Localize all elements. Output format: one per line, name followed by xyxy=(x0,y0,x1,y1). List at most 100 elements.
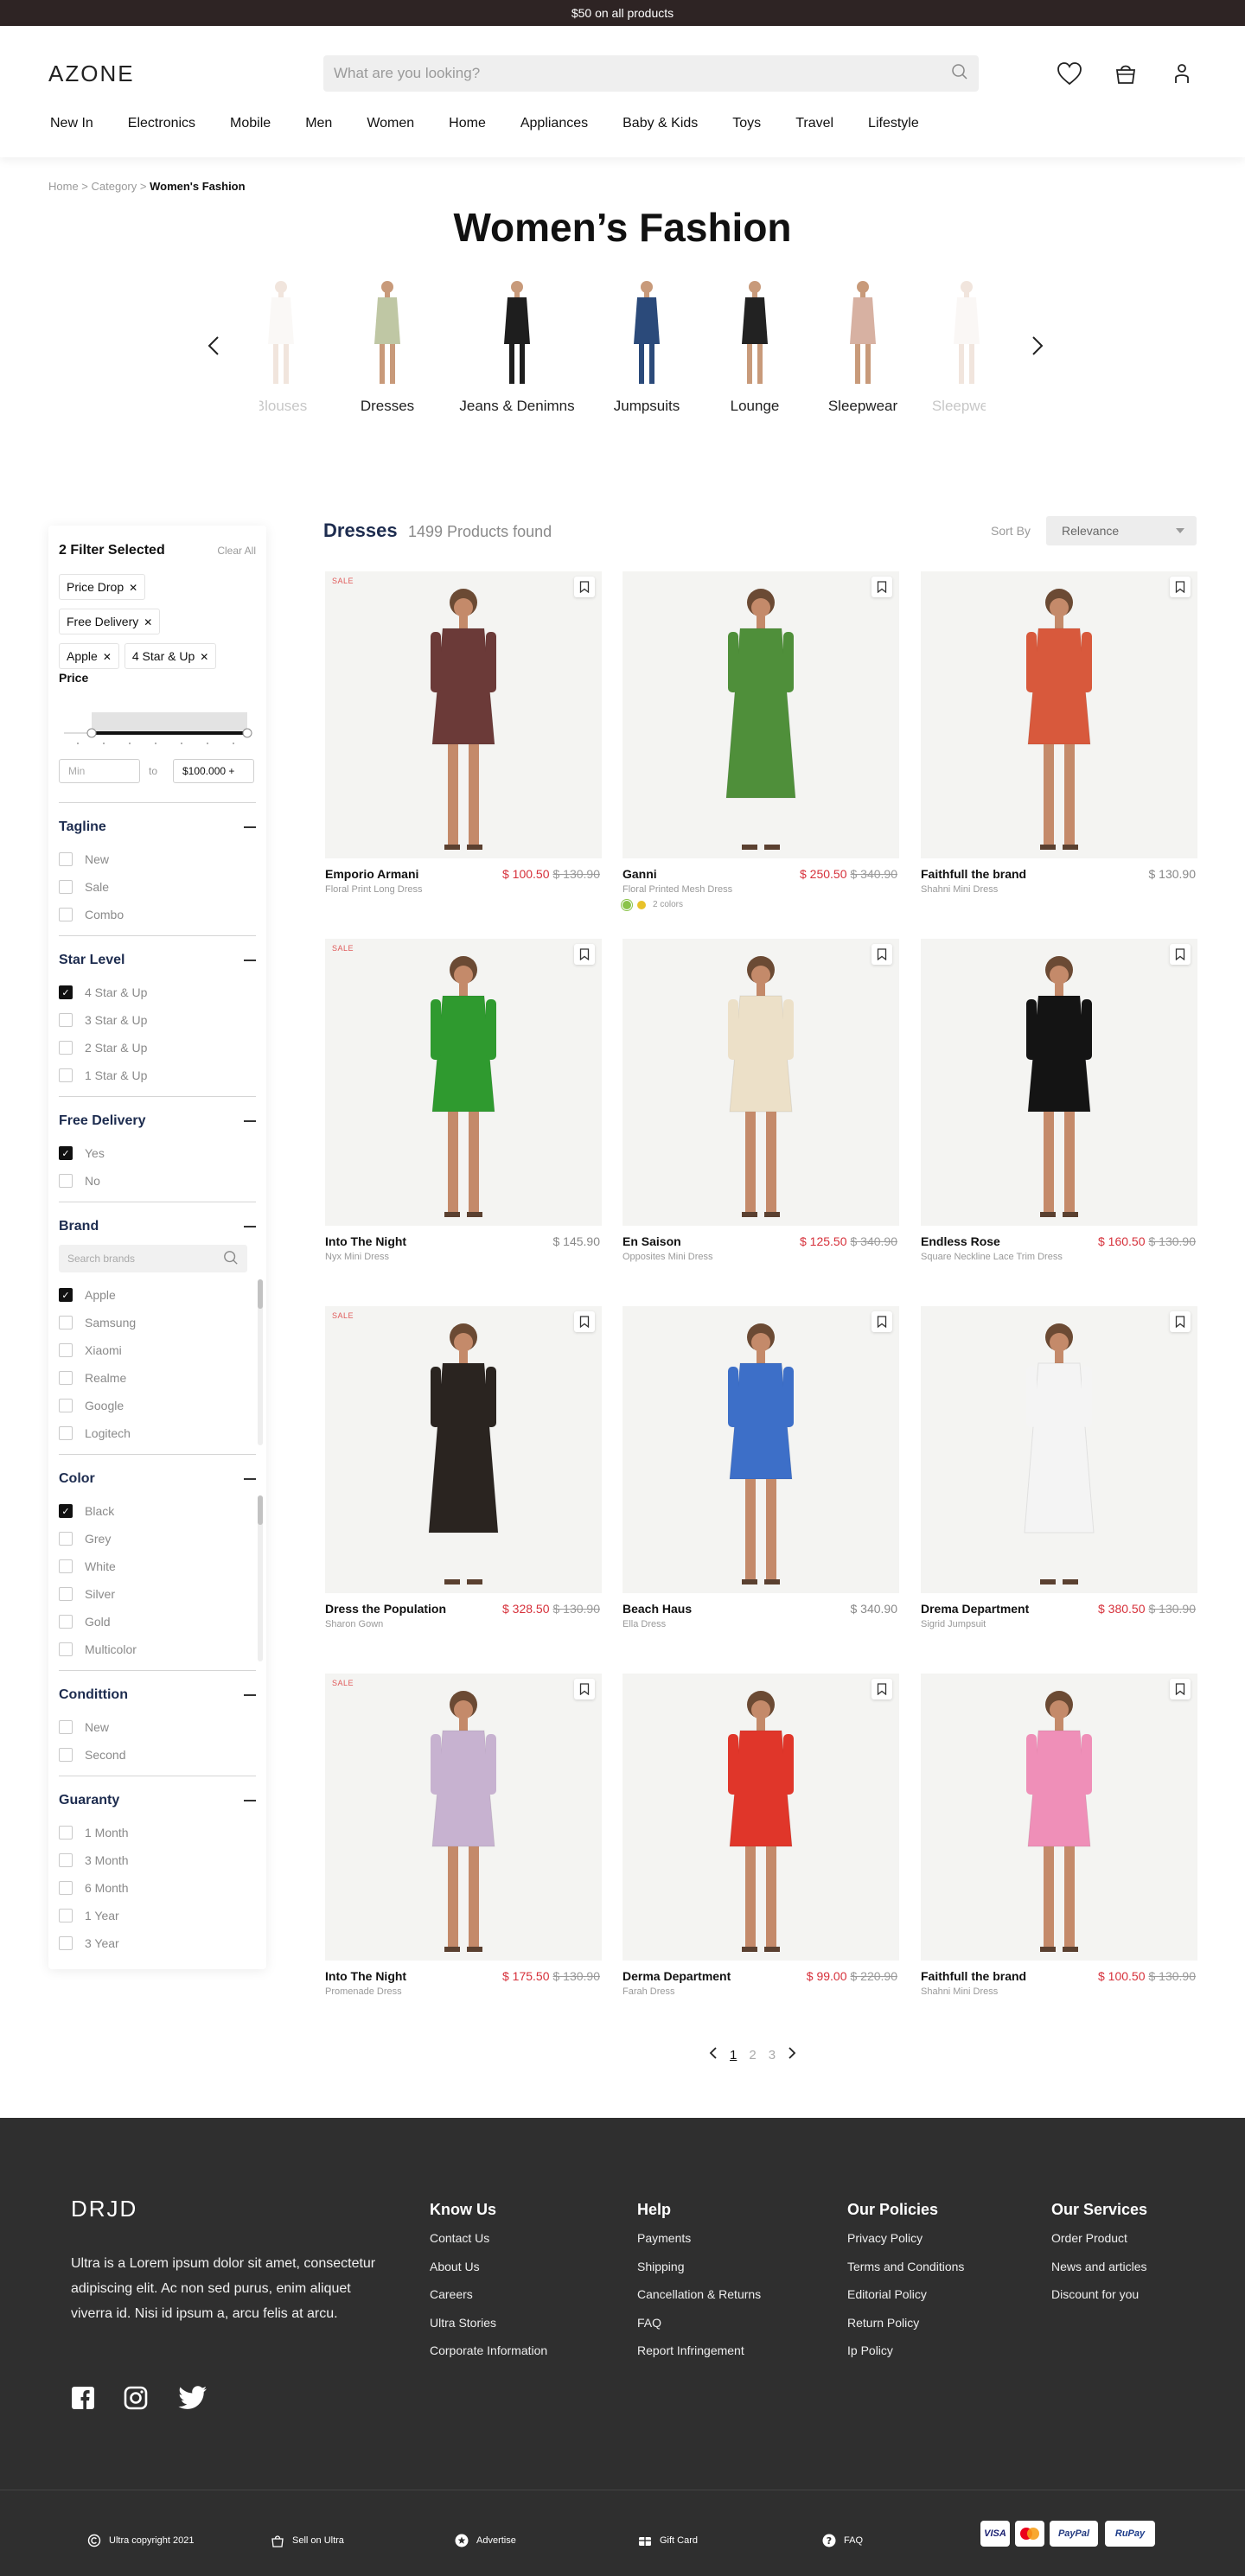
filter-chip[interactable]: 4 Star & Up ✕ xyxy=(124,643,217,669)
product-name[interactable]: Faithfull the brand xyxy=(921,867,1026,881)
collapse-icon[interactable] xyxy=(244,1120,256,1122)
footer-link[interactable]: Return Policy xyxy=(847,2316,964,2344)
product-card[interactable]: Derma Department Farah Dress $ 99.00 $ 220.… xyxy=(622,1674,899,2012)
checkbox[interactable] xyxy=(59,1371,73,1385)
product-image[interactable] xyxy=(921,939,1197,1226)
product-image[interactable] xyxy=(622,939,899,1226)
nav-men[interactable]: Men xyxy=(305,116,332,131)
footer-link[interactable]: Payments xyxy=(637,2231,761,2260)
filter-option[interactable]: Realme xyxy=(59,1364,256,1392)
product-image[interactable]: SALE xyxy=(325,1674,602,1961)
brand-search-input[interactable]: Search brands xyxy=(59,1245,247,1272)
product-card[interactable]: Drema Department Sigrid Jumpsuit $ 380.50 $… xyxy=(921,1306,1197,1645)
nav-new-in[interactable]: New In xyxy=(50,116,93,131)
checkbox[interactable]: ✓ xyxy=(59,1288,73,1302)
filter-option[interactable]: 6 Month xyxy=(59,1874,256,1902)
product-name[interactable]: Emporio Armani xyxy=(325,867,418,881)
collapse-icon[interactable] xyxy=(244,1478,256,1480)
checkbox[interactable] xyxy=(59,1936,73,1950)
collapse-icon[interactable] xyxy=(244,826,256,828)
nav-lifestyle[interactable]: Lifestyle xyxy=(868,116,919,131)
footer-link[interactable]: Editorial Policy xyxy=(847,2287,964,2316)
checkbox[interactable] xyxy=(59,1826,73,1840)
filter-chip[interactable]: Free Delivery ✕ xyxy=(59,609,161,634)
product-name[interactable]: Faithfull the brand xyxy=(921,1969,1026,1983)
filter-option[interactable]: ✓ 4 Star & Up xyxy=(59,979,256,1006)
category-item[interactable]: Jeans & Denimns xyxy=(452,277,582,415)
footer-logo[interactable]: DRJD xyxy=(71,2196,137,2222)
checkbox[interactable]: ✓ xyxy=(59,1146,73,1160)
filter-section-header[interactable]: Free Delivery xyxy=(59,1113,256,1129)
filter-section-header[interactable]: Guaranty xyxy=(59,1793,256,1808)
bookmark-icon[interactable] xyxy=(872,944,892,965)
close-icon[interactable]: ✕ xyxy=(200,651,208,663)
checkbox[interactable] xyxy=(59,1068,73,1082)
filter-option[interactable]: 3 Month xyxy=(59,1846,256,1874)
product-card[interactable]: Faithfull the brand Shahni Mini Dress $ 10… xyxy=(921,1674,1197,2012)
bookmark-icon[interactable] xyxy=(872,577,892,597)
product-image[interactable] xyxy=(921,1674,1197,1961)
filter-section-header[interactable]: Star Level xyxy=(59,953,256,968)
product-image[interactable] xyxy=(921,571,1197,858)
filter-option[interactable]: ✓ Black xyxy=(59,1497,256,1525)
faq-link[interactable]: ? FAQ xyxy=(821,2533,863,2548)
filter-option[interactable]: 1 Month xyxy=(59,1819,256,1846)
twitter-icon[interactable] xyxy=(178,2386,209,2412)
product-card[interactable]: SALE Dress the Population Sharon Gown $ 328… xyxy=(325,1306,602,1645)
filter-section-header[interactable]: Tagline xyxy=(59,819,256,835)
bookmark-icon[interactable] xyxy=(1170,944,1191,965)
price-max-input[interactable]: $100.000 + xyxy=(173,759,254,783)
product-name[interactable]: Beach Haus xyxy=(622,1602,692,1616)
footer-link[interactable]: Shipping xyxy=(637,2260,761,2288)
checkbox[interactable] xyxy=(59,1532,73,1546)
checkbox[interactable] xyxy=(59,1720,73,1734)
nav-home[interactable]: Home xyxy=(449,116,486,131)
checkbox[interactable] xyxy=(59,908,73,921)
breadcrumb-home[interactable]: Home xyxy=(48,180,79,193)
chevron-right-icon[interactable] xyxy=(788,2047,796,2063)
nav-appliances[interactable]: Appliances xyxy=(520,116,588,131)
product-name[interactable]: Into The Night xyxy=(325,1969,406,1983)
page-link[interactable]: 1 xyxy=(730,2048,737,2063)
product-card[interactable]: Beach Haus Ella Dress $ 340.90 xyxy=(622,1306,899,1645)
filter-chip[interactable]: Apple ✕ xyxy=(59,643,119,669)
product-name[interactable]: Drema Department xyxy=(921,1602,1029,1616)
scrollbar-thumb[interactable] xyxy=(258,1495,263,1525)
product-image[interactable] xyxy=(622,1306,899,1593)
bookmark-icon[interactable] xyxy=(574,577,595,597)
filter-option[interactable]: Google xyxy=(59,1392,256,1419)
footer-link[interactable]: Discount for you xyxy=(1051,2287,1147,2316)
product-card[interactable]: Faithfull the brand Shahni Mini Dress $ 13… xyxy=(921,571,1197,910)
product-image[interactable] xyxy=(622,571,899,858)
close-icon[interactable]: ✕ xyxy=(103,651,112,663)
checkbox[interactable] xyxy=(59,1343,73,1357)
filter-option[interactable]: New xyxy=(59,1713,256,1741)
nav-toys[interactable]: Toys xyxy=(732,116,761,131)
footer-link[interactable]: About Us xyxy=(430,2260,547,2288)
scrollbar[interactable] xyxy=(258,1495,263,1661)
clear-all-button[interactable]: Clear All xyxy=(217,545,256,557)
footer-link[interactable]: Corporate Information xyxy=(430,2343,547,2372)
checkbox[interactable]: ✓ xyxy=(59,985,73,999)
nav-women[interactable]: Women xyxy=(367,116,414,131)
carousel-next-icon[interactable] xyxy=(1025,333,1050,359)
checkbox[interactable] xyxy=(59,1642,73,1656)
filter-option[interactable]: ✓ Yes xyxy=(59,1139,256,1167)
advertise-link[interactable]: Advertise xyxy=(454,2533,516,2548)
product-image[interactable] xyxy=(622,1674,899,1961)
filter-option[interactable]: Second xyxy=(59,1741,256,1769)
breadcrumb-category[interactable]: Category xyxy=(92,180,137,193)
footer-link[interactable]: Privacy Policy xyxy=(847,2231,964,2260)
bookmark-icon[interactable] xyxy=(872,1679,892,1699)
collapse-icon[interactable] xyxy=(244,1800,256,1801)
footer-link[interactable]: Cancellation & Returns xyxy=(637,2287,761,2316)
collapse-icon[interactable] xyxy=(244,1226,256,1227)
footer-link[interactable]: News and articles xyxy=(1051,2260,1147,2288)
filter-option[interactable]: Sale xyxy=(59,873,256,901)
product-name[interactable]: Dress the Population xyxy=(325,1602,446,1616)
product-card[interactable]: Endless Rose Square Neckline Lace Trim Dr… xyxy=(921,939,1197,1278)
scrollbar-thumb[interactable] xyxy=(258,1279,263,1309)
product-card[interactable]: SALE Into The Night Nyx Mini Dress $ 145.90 xyxy=(325,939,602,1278)
footer-link[interactable]: Report Infringement xyxy=(637,2343,761,2372)
product-name[interactable]: Ganni xyxy=(622,867,657,881)
